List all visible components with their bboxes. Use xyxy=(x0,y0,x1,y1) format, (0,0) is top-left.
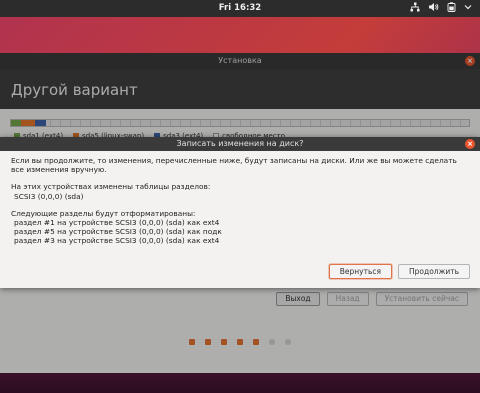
continue-button[interactable]: Продолжить xyxy=(398,264,470,279)
network-icon[interactable] xyxy=(410,2,420,12)
dialog-close-button[interactable]: × xyxy=(465,139,475,149)
write-changes-dialog: Записать изменения на диск? × Если вы пр… xyxy=(0,137,480,288)
clock[interactable]: Fri 16:32 xyxy=(0,3,480,13)
dialog-button-row: Вернуться Продолжить xyxy=(328,264,470,279)
top-panel: Fri 16:32 xyxy=(0,0,480,17)
format-item: раздел #3 на устройстве SCSI3 (0,0,0) (s… xyxy=(14,236,220,246)
desktop-bottom xyxy=(0,373,480,393)
tables-device: SCSI3 (0,0,0) (sda) xyxy=(14,191,84,201)
chevron-down-icon[interactable] xyxy=(464,2,472,12)
dialog-title: Записать изменения на диск? xyxy=(176,139,304,148)
dialog-body: Если вы продолжите, то изменения, перечи… xyxy=(0,151,480,246)
format-heading: Следующие разделы будут отформатированы: xyxy=(11,208,196,218)
battery-icon[interactable] xyxy=(447,2,456,12)
dialog-intro-text: Если вы продолжите, то изменения, перечи… xyxy=(11,156,457,175)
dialog-titlebar: Записать изменения на диск? × xyxy=(0,137,480,151)
volume-icon[interactable] xyxy=(428,2,439,12)
format-item: раздел #5 на устройстве SCSI3 (0,0,0) (s… xyxy=(14,227,222,237)
format-item: раздел #1 на устройстве SCSI3 (0,0,0) (s… xyxy=(14,218,220,228)
system-tray[interactable] xyxy=(410,2,472,12)
tables-heading: На этих устройствах изменены таблицы раз… xyxy=(11,182,211,192)
go-back-button[interactable]: Вернуться xyxy=(328,264,393,279)
